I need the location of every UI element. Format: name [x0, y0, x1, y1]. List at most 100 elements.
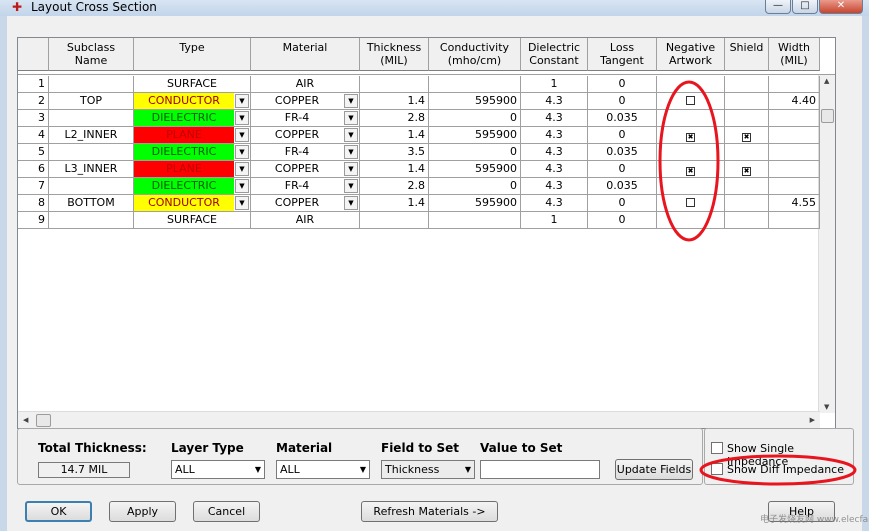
maximize-button[interactable]: □ — [792, 0, 818, 14]
width-cell[interactable] — [769, 144, 820, 161]
negative-artwork-cell[interactable]: ✖ — [657, 127, 725, 144]
checked-box-icon[interactable]: ✖ — [686, 133, 695, 142]
type-cell[interactable]: DIELECTRIC ▼ — [134, 144, 251, 161]
value-to-set-input[interactable] — [480, 460, 600, 479]
conductivity-cell[interactable] — [429, 212, 521, 229]
horizontal-scroll-thumb[interactable] — [36, 414, 51, 427]
unchecked-box-icon[interactable] — [686, 96, 695, 105]
negative-artwork-cell[interactable] — [657, 178, 725, 195]
shield-cell[interactable] — [725, 195, 769, 212]
cancel-button[interactable]: Cancel — [193, 501, 260, 522]
negative-artwork-cell[interactable] — [657, 76, 725, 93]
subclass-name-cell[interactable]: L2_INNER — [49, 127, 134, 144]
loss-tangent-cell[interactable]: 0.035 — [588, 144, 657, 161]
chevron-down-icon[interactable]: ▼ — [344, 162, 358, 176]
subclass-name-cell[interactable] — [49, 178, 134, 195]
subclass-name-cell[interactable]: TOP — [49, 93, 134, 110]
vertical-scroll-thumb[interactable] — [821, 109, 834, 123]
negative-artwork-cell[interactable] — [657, 110, 725, 127]
negative-artwork-cell[interactable]: ✖ — [657, 161, 725, 178]
dielectric-cell[interactable]: 4.3 — [521, 161, 588, 178]
loss-tangent-cell[interactable]: 0.035 — [588, 178, 657, 195]
close-button[interactable]: ✕ — [819, 0, 863, 14]
apply-button[interactable]: Apply — [109, 501, 176, 522]
width-cell[interactable] — [769, 212, 820, 229]
material-cell[interactable]: COPPER ▼ — [251, 161, 360, 178]
ok-button[interactable]: OK — [25, 501, 92, 522]
width-cell[interactable] — [769, 76, 820, 93]
conductivity-cell[interactable]: 0 — [429, 144, 521, 161]
negative-artwork-cell[interactable] — [657, 93, 725, 110]
subclass-name-cell[interactable]: L3_INNER — [49, 161, 134, 178]
type-cell[interactable]: CONDUCTOR ▼ — [134, 195, 251, 212]
conductivity-cell[interactable]: 595900 — [429, 161, 521, 178]
type-cell[interactable]: PLANE ▼ — [134, 127, 251, 144]
checked-box-icon[interactable]: ✖ — [686, 167, 695, 176]
layer-type-select[interactable]: ALL ▼ — [171, 460, 265, 479]
dielectric-cell[interactable]: 4.3 — [521, 195, 588, 212]
subclass-name-cell[interactable] — [49, 212, 134, 229]
horizontal-scrollbar[interactable]: ◀ ▶ — [18, 411, 820, 428]
shield-cell[interactable] — [725, 144, 769, 161]
thickness-cell[interactable] — [360, 212, 429, 229]
checked-box-icon[interactable]: ✖ — [742, 167, 751, 176]
shield-cell[interactable] — [725, 178, 769, 195]
chevron-down-icon[interactable]: ▼ — [235, 162, 249, 176]
show-single-impedance-checkbox[interactable] — [711, 442, 723, 454]
chevron-down-icon[interactable]: ▼ — [344, 128, 358, 142]
loss-tangent-cell[interactable]: 0 — [588, 195, 657, 212]
chevron-down-icon[interactable]: ▼ — [235, 94, 249, 108]
vertical-scrollbar[interactable]: ▲ ▼ — [818, 75, 835, 413]
subclass-name-cell[interactable]: BOTTOM — [49, 195, 134, 212]
chevron-down-icon[interactable]: ▼ — [344, 196, 358, 210]
scroll-right-icon[interactable]: ▶ — [810, 416, 815, 424]
loss-tangent-cell[interactable]: 0 — [588, 212, 657, 229]
dielectric-cell[interactable]: 4.3 — [521, 110, 588, 127]
chevron-down-icon[interactable]: ▼ — [235, 111, 249, 125]
dielectric-cell[interactable]: 4.3 — [521, 144, 588, 161]
subclass-name-cell[interactable] — [49, 76, 134, 93]
thickness-cell[interactable] — [360, 76, 429, 93]
negative-artwork-cell[interactable] — [657, 144, 725, 161]
material-cell[interactable]: COPPER ▼ — [251, 127, 360, 144]
loss-tangent-cell[interactable]: 0.035 — [588, 110, 657, 127]
scroll-down-icon[interactable]: ▼ — [824, 403, 829, 411]
scroll-up-icon[interactable]: ▲ — [824, 77, 829, 85]
negative-artwork-cell[interactable] — [657, 195, 725, 212]
material-cell[interactable]: AIR — [251, 212, 360, 229]
conductivity-cell[interactable]: 0 — [429, 178, 521, 195]
type-cell[interactable]: SURFACE — [134, 76, 251, 93]
thickness-cell[interactable]: 1.4 — [360, 195, 429, 212]
width-cell[interactable] — [769, 161, 820, 178]
subclass-name-cell[interactable] — [49, 110, 134, 127]
material-cell[interactable]: FR-4 ▼ — [251, 110, 360, 127]
show-diff-impedance-checkbox[interactable] — [711, 463, 723, 475]
conductivity-cell[interactable]: 595900 — [429, 93, 521, 110]
unchecked-box-icon[interactable] — [686, 198, 695, 207]
type-cell[interactable]: PLANE ▼ — [134, 161, 251, 178]
material-cell[interactable]: AIR — [251, 76, 360, 93]
conductivity-cell[interactable] — [429, 76, 521, 93]
loss-tangent-cell[interactable]: 0 — [588, 93, 657, 110]
refresh-materials-button[interactable]: Refresh Materials -> — [361, 501, 498, 522]
dielectric-cell[interactable]: 1 — [521, 212, 588, 229]
thickness-cell[interactable]: 1.4 — [360, 93, 429, 110]
type-cell[interactable]: DIELECTRIC ▼ — [134, 178, 251, 195]
material-select[interactable]: ALL ▼ — [276, 460, 370, 479]
shield-cell[interactable] — [725, 93, 769, 110]
scroll-left-icon[interactable]: ◀ — [23, 416, 28, 424]
material-cell[interactable]: FR-4 ▼ — [251, 144, 360, 161]
chevron-down-icon[interactable]: ▼ — [235, 179, 249, 193]
field-to-set-select[interactable]: Thickness ▼ — [381, 460, 475, 479]
chevron-down-icon[interactable]: ▼ — [344, 111, 358, 125]
shield-cell[interactable] — [725, 212, 769, 229]
loss-tangent-cell[interactable]: 0 — [588, 127, 657, 144]
dielectric-cell[interactable]: 4.3 — [521, 178, 588, 195]
loss-tangent-cell[interactable]: 0 — [588, 161, 657, 178]
chevron-down-icon[interactable]: ▼ — [344, 179, 358, 193]
dielectric-cell[interactable]: 1 — [521, 76, 588, 93]
material-cell[interactable]: COPPER ▼ — [251, 195, 360, 212]
material-cell[interactable]: COPPER ▼ — [251, 93, 360, 110]
thickness-cell[interactable]: 2.8 — [360, 110, 429, 127]
thickness-cell[interactable]: 2.8 — [360, 178, 429, 195]
